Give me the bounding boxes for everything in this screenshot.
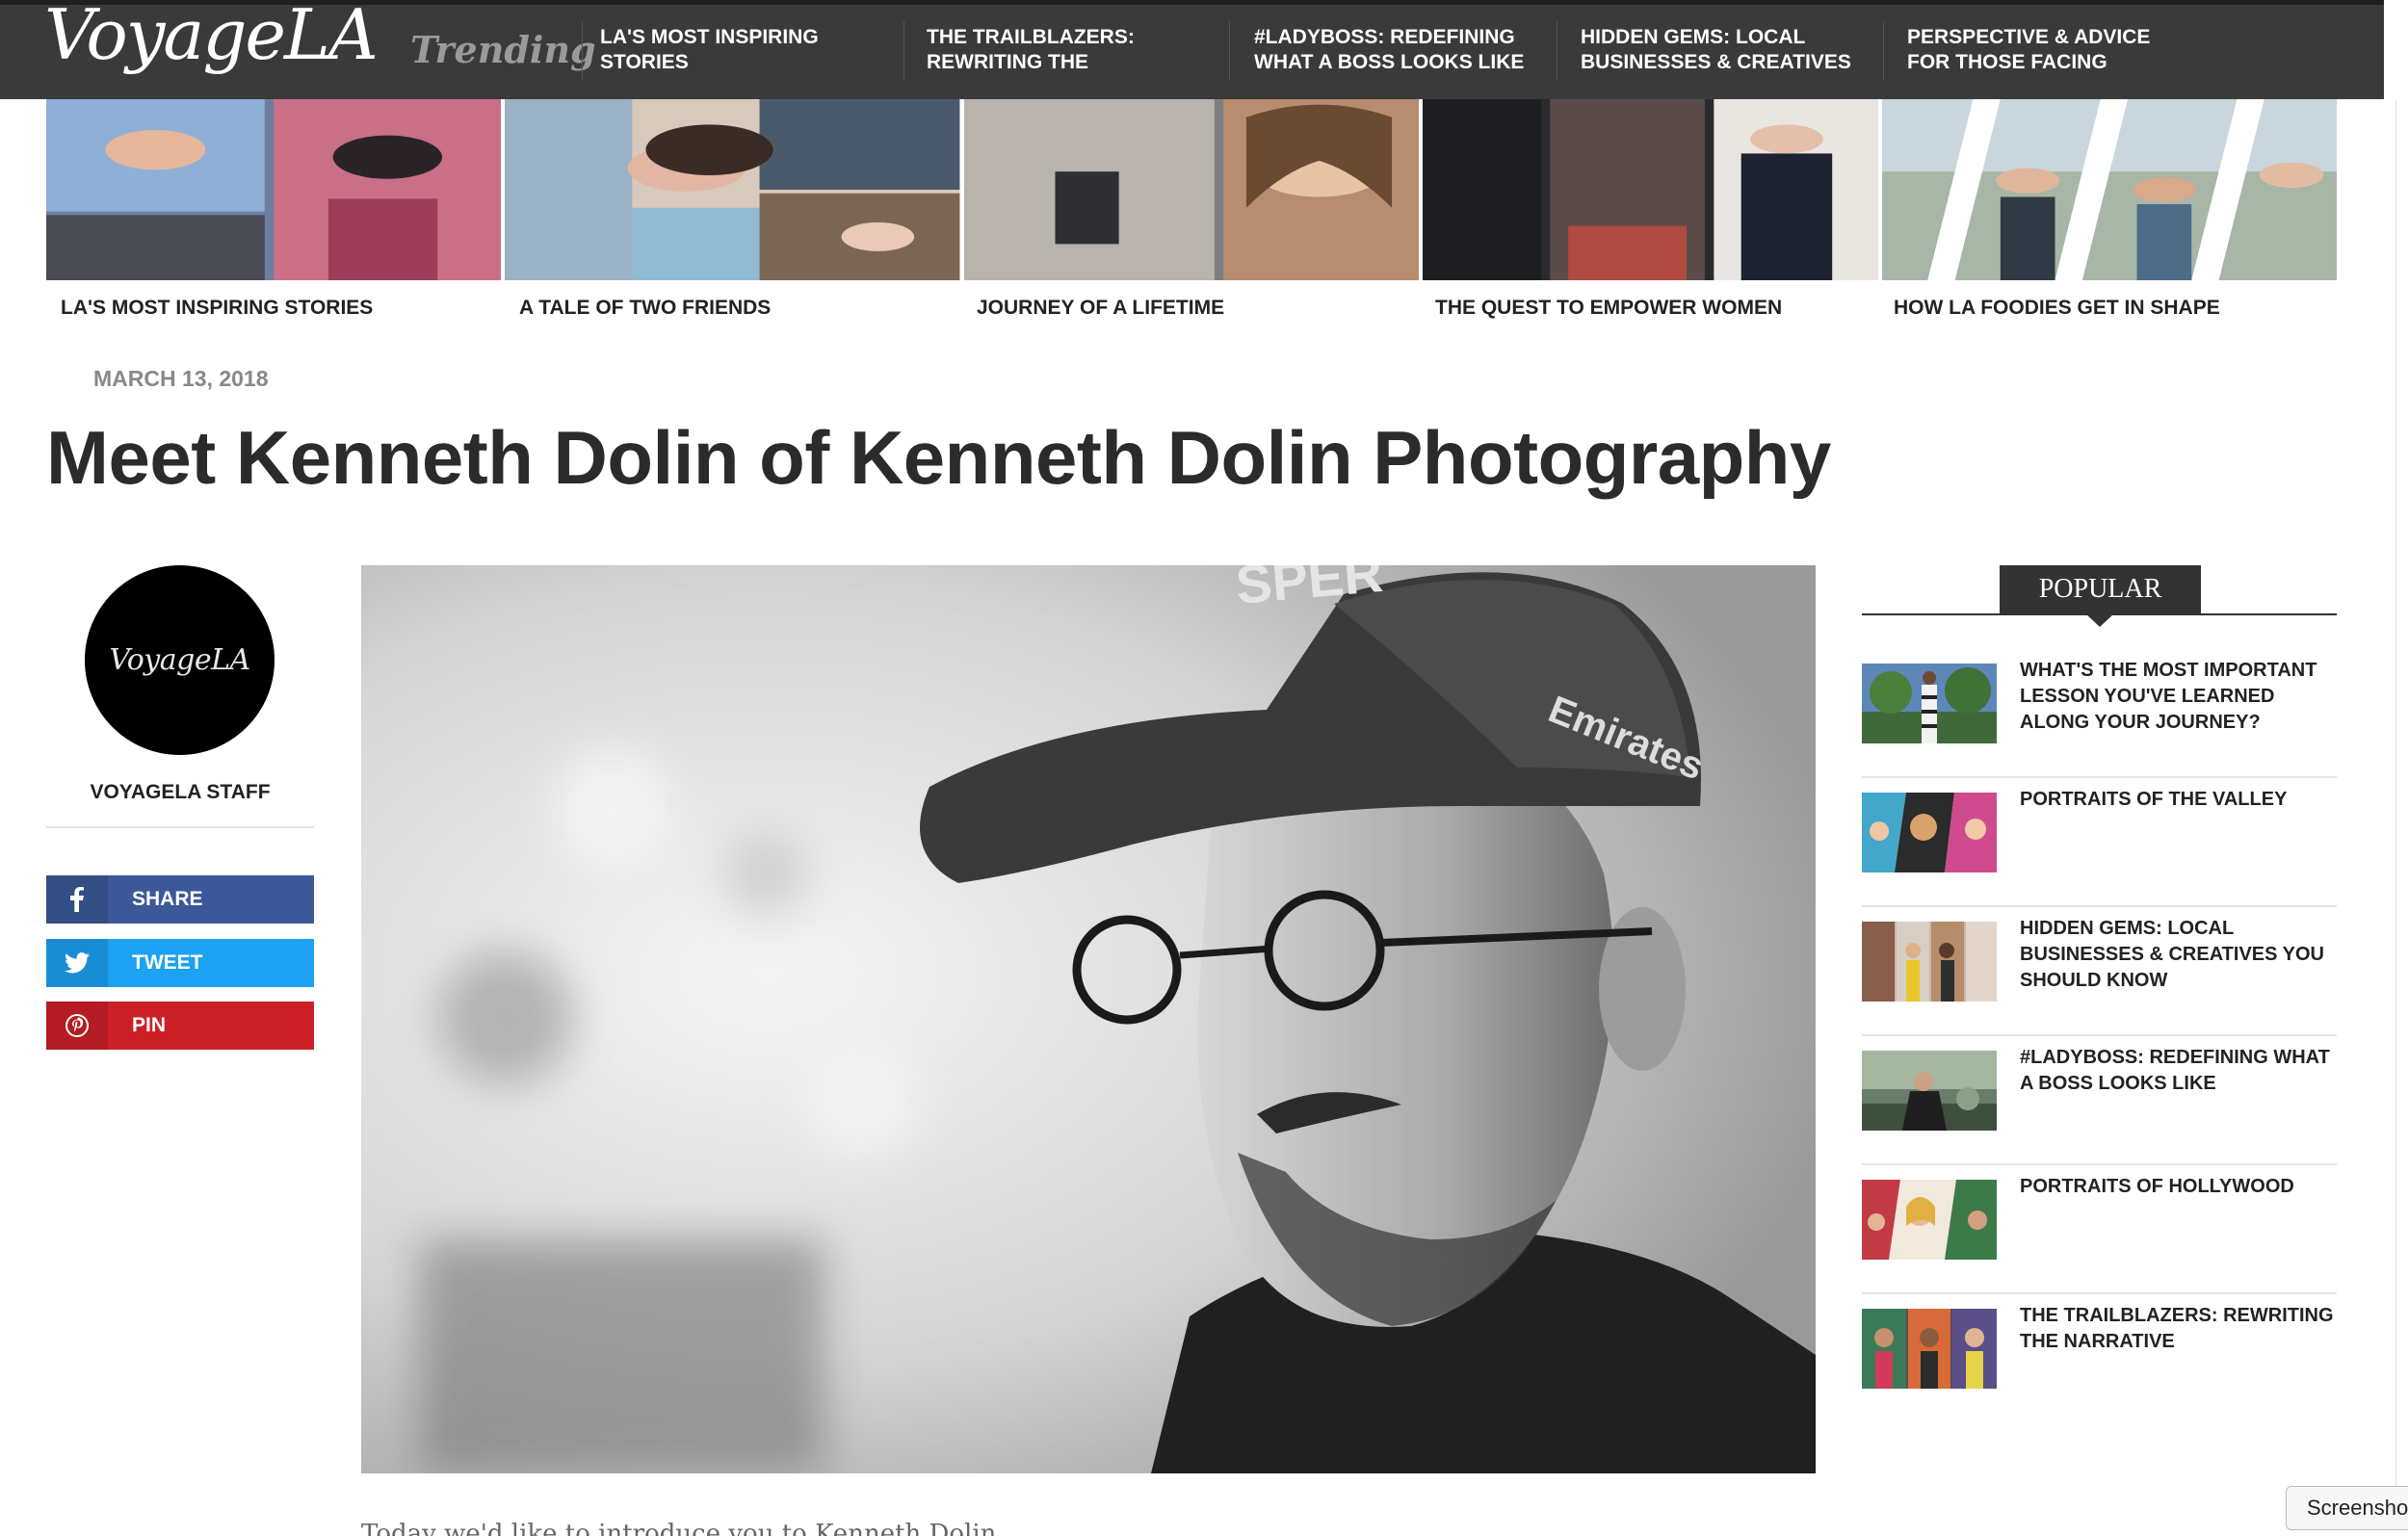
trending-tile-two-friends[interactable] <box>505 99 960 280</box>
popular-item-title[interactable]: PORTRAITS OF THE VALLEY <box>2020 787 2337 813</box>
facebook-share-button[interactable]: SHARE <box>46 875 314 924</box>
nav-divider <box>903 21 904 81</box>
hero-portrait-photo: Emirates SPER <box>361 565 1816 1473</box>
popular-thumbnail[interactable] <box>1862 1051 1997 1131</box>
trending-caption-two-friends[interactable]: A TALE OF TWO FRIENDS <box>519 297 771 320</box>
pin-label: PIN <box>132 1014 167 1036</box>
twitter-tweet-button[interactable]: TWEET <box>46 939 314 987</box>
tweet-label: TWEET <box>132 951 203 974</box>
nav-link-trailblazers[interactable]: THE TRAILBLAZERS: REWRITING THE <box>927 25 1216 83</box>
popular-item[interactable]: THE TRAILBLAZERS: REWRITING THE NARRATIV… <box>1862 1294 2337 1423</box>
popular-item[interactable]: PORTRAITS OF THE VALLEY <box>1862 778 2337 907</box>
popular-item[interactable]: PORTRAITS OF HOLLYWOOD <box>1862 1165 2337 1294</box>
popular-thumbnail[interactable] <box>1862 793 1997 872</box>
nav-link-ladyboss[interactable]: #LADYBOSS: REDEFINING WHAT A BOSS LOOKS … <box>1254 25 1543 83</box>
article-title: Meet Kenneth Dolin of Kenneth Dolin Phot… <box>46 415 1831 500</box>
nav-link-inspiring-stories[interactable]: LA'S MOST INSPIRING STORIES <box>600 25 841 83</box>
popular-thumbnail[interactable] <box>1862 922 1997 1002</box>
nav-divider <box>582 21 583 81</box>
popular-heading: POPULAR <box>2000 565 2201 613</box>
popular-thumbnail[interactable] <box>1862 1309 1997 1389</box>
popular-thumbnail[interactable] <box>1862 664 1997 743</box>
popular-item[interactable]: WHAT'S THE MOST IMPORTANT LESSON YOU'VE … <box>1862 649 2337 778</box>
trending-label: Trending <box>410 28 596 71</box>
facebook-icon <box>46 875 108 924</box>
popular-item-title[interactable]: THE TRAILBLAZERS: REWRITING THE NARRATIV… <box>2020 1303 2337 1355</box>
popular-item-title[interactable]: #LADYBOSS: REDEFINING WHAT A BOSS LOOKS … <box>2020 1045 2337 1097</box>
nav-link-hidden-gems[interactable]: HIDDEN GEMS: LOCAL BUSINESSES & CREATIVE… <box>1581 25 1870 83</box>
trending-tile-inspiring-stories[interactable] <box>46 99 502 280</box>
pinterest-pin-button[interactable]: PIN <box>46 1002 314 1050</box>
popular-item-title[interactable]: WHAT'S THE MOST IMPORTANT LESSON YOU'VE … <box>2020 658 2337 736</box>
trending-tile-la-foodies[interactable] <box>1881 99 2337 280</box>
popular-thumbnail[interactable] <box>1862 1180 1997 1260</box>
trending-tile-journey[interactable] <box>963 99 1420 280</box>
popular-heading-arrow <box>2085 613 2114 627</box>
article-date: MARCH 13, 2018 <box>93 366 269 391</box>
author-divider <box>46 826 314 828</box>
screenshot-button[interactable]: Screenshot <box>2286 1486 2408 1530</box>
window-edge <box>2395 99 2396 1496</box>
trending-caption-foodies[interactable]: HOW LA FOODIES GET IN SHAPE <box>1894 297 2220 320</box>
trending-caption-empower[interactable]: THE QUEST TO EMPOWER WOMEN <box>1435 297 1782 320</box>
trending-tile-empower-women[interactable] <box>1423 99 1878 280</box>
trending-caption-journey[interactable]: JOURNEY OF A LIFETIME <box>977 297 1224 320</box>
article-intro-text: Today we'd like to introduce you to Kenn… <box>361 1520 1005 1536</box>
avatar-logo-text: VoyageLA <box>109 643 250 677</box>
popular-item[interactable]: #LADYBOSS: REDEFINING WHAT A BOSS LOOKS … <box>1862 1036 2337 1165</box>
nav-divider <box>1229 21 1230 81</box>
twitter-icon <box>46 939 108 987</box>
pinterest-icon <box>46 1002 108 1050</box>
trending-collage <box>46 99 2337 280</box>
trending-caption-inspiring[interactable]: LA'S MOST INSPIRING STORIES <box>61 297 373 320</box>
author-name[interactable]: VOYAGELA STAFF <box>46 781 314 804</box>
author-avatar[interactable]: VoyageLA <box>85 565 275 755</box>
nav-link-perspective-advice[interactable]: PERSPECTIVE & ADVICE FOR THOSE FACING <box>1907 25 2196 83</box>
nav-divider <box>1883 21 1884 81</box>
share-label: SHARE <box>132 888 203 910</box>
popular-item-title[interactable]: HIDDEN GEMS: LOCAL BUSINESSES & CREATIVE… <box>2020 916 2337 994</box>
site-logo[interactable]: VoyageLA <box>44 0 379 75</box>
popular-item-title[interactable]: PORTRAITS OF HOLLYWOOD <box>2020 1174 2337 1200</box>
popular-item[interactable]: HIDDEN GEMS: LOCAL BUSINESSES & CREATIVE… <box>1862 907 2337 1036</box>
